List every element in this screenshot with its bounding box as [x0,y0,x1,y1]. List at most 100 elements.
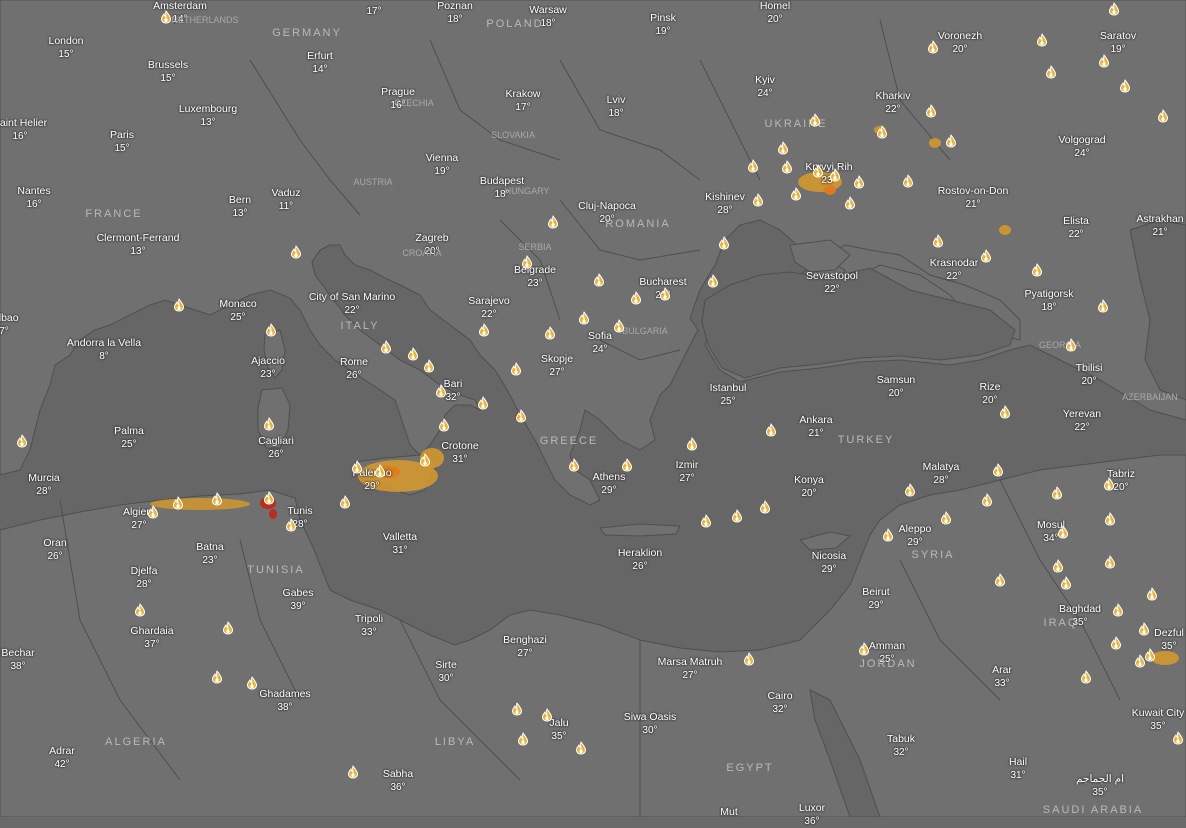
fire-icon[interactable] [994,573,1006,587]
fire-icon[interactable] [853,175,865,189]
fire-icon[interactable] [423,359,435,373]
fire-icon[interactable] [285,518,297,532]
fire-icon[interactable] [1097,299,1109,313]
fire-icon[interactable] [1098,54,1110,68]
fire-icon[interactable] [1060,576,1072,590]
fire-icon[interactable] [510,362,522,376]
fire-icon[interactable] [992,463,1004,477]
fire-icon[interactable] [147,505,159,519]
fire-icon[interactable] [134,603,146,617]
fire-icon[interactable] [752,193,764,207]
fire-icon[interactable] [521,255,533,269]
fire-icon[interactable] [544,326,556,340]
fire-icon[interactable] [478,323,490,337]
fire-icon[interactable] [173,298,185,312]
fire-icon[interactable] [1104,512,1116,526]
fire-icon[interactable] [759,500,771,514]
fire-icon[interactable] [980,249,992,263]
fire-icon[interactable] [659,287,671,301]
fire-icon[interactable] [1172,731,1184,745]
fire-icon[interactable] [1057,525,1069,539]
fire-icon[interactable] [517,732,529,746]
fire-icon[interactable] [339,495,351,509]
fire-icon[interactable] [1031,263,1043,277]
fire-icon[interactable] [1108,2,1120,16]
fire-icon[interactable] [844,196,856,210]
fire-icon[interactable] [568,458,580,472]
fire-icon[interactable] [1103,477,1115,491]
fire-icon[interactable] [1134,654,1146,668]
fire-icon[interactable] [777,141,789,155]
fire-icon[interactable] [1065,338,1077,352]
fire-icon[interactable] [351,460,363,474]
fire-icon[interactable] [882,528,894,542]
fire-icon[interactable] [613,319,625,333]
fire-icon[interactable] [1119,79,1131,93]
fire-icon[interactable] [1138,622,1150,636]
fire-icon[interactable] [1051,486,1063,500]
fire-icon[interactable] [858,642,870,656]
fire-icon[interactable] [1144,648,1156,662]
fire-icon[interactable] [374,464,386,478]
fire-icon[interactable] [593,273,605,287]
fire-icon[interactable] [407,347,419,361]
fire-icon[interactable] [686,437,698,451]
fire-icon[interactable] [981,493,993,507]
fire-icon[interactable] [812,164,824,178]
fire-icon[interactable] [707,274,719,288]
fire-icon[interactable] [211,492,223,506]
fire-icon[interactable] [265,323,277,337]
fire-icon[interactable] [940,511,952,525]
fire-icon[interactable] [263,491,275,505]
fire-icon[interactable] [876,125,888,139]
fire-icon[interactable] [630,291,642,305]
fire-icon[interactable] [541,708,553,722]
fire-icon[interactable] [347,765,359,779]
fire-icon[interactable] [932,234,944,248]
fire-icon[interactable] [435,384,447,398]
fire-icon[interactable] [290,245,302,259]
fire-icon[interactable] [925,104,937,118]
fire-icon[interactable] [380,340,392,354]
fire-icon[interactable] [438,418,450,432]
fire-icon[interactable] [765,423,777,437]
fire-icon[interactable] [1080,670,1092,684]
fire-icon[interactable] [621,458,633,472]
fire-icon[interactable] [700,514,712,528]
fire-icon[interactable] [1036,33,1048,47]
fire-icon[interactable] [160,10,172,24]
fire-icon[interactable] [790,187,802,201]
fire-icon[interactable] [511,702,523,716]
fire-icon[interactable] [927,40,939,54]
fire-icon[interactable] [222,621,234,635]
fire-icon[interactable] [718,236,730,250]
fire-icon[interactable] [999,405,1011,419]
fire-icon[interactable] [575,741,587,755]
fire-icon[interactable] [515,409,527,423]
fire-icon[interactable] [1112,603,1124,617]
fire-icon[interactable] [246,676,258,690]
fire-icon[interactable] [172,496,184,510]
fire-icon[interactable] [419,453,431,467]
fire-icon[interactable] [731,509,743,523]
fire-icon[interactable] [1157,109,1169,123]
fire-icon[interactable] [477,396,489,410]
fire-icon[interactable] [211,670,223,684]
fire-icon[interactable] [1052,559,1064,573]
fire-icon[interactable] [1146,587,1158,601]
fire-icon[interactable] [809,113,821,127]
fire-icon[interactable] [747,159,759,173]
fire-icon[interactable] [16,434,28,448]
fire-icon[interactable] [547,215,559,229]
fire-icon[interactable] [829,168,841,182]
fire-icon[interactable] [781,160,793,174]
fire-icon[interactable] [578,311,590,325]
fire-icon[interactable] [1045,65,1057,79]
fire-icon[interactable] [1110,636,1122,650]
fire-icon[interactable] [902,174,914,188]
fire-icon[interactable] [743,652,755,666]
fire-icon[interactable] [904,483,916,497]
fire-icon[interactable] [945,134,957,148]
fire-icon[interactable] [263,417,275,431]
fire-icon[interactable] [1104,555,1116,569]
